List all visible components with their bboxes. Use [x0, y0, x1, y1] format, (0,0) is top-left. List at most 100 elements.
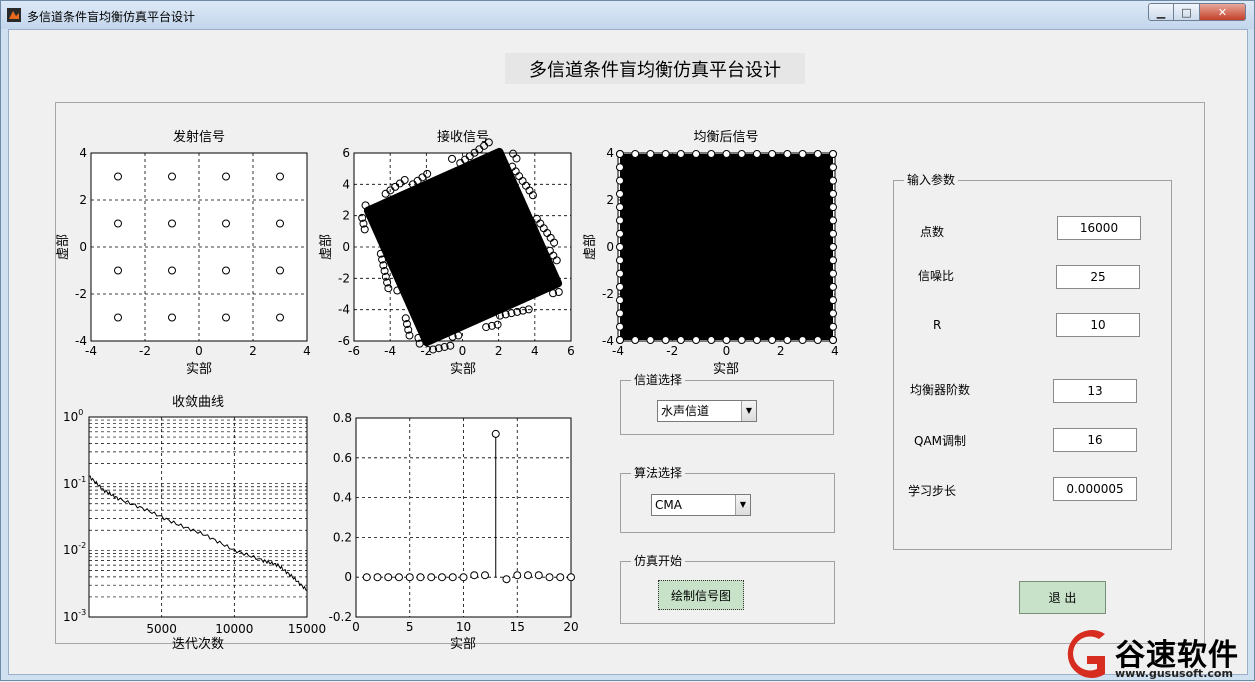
plot-taps: 0 5 10 15 20 0.80.60.40.20-0.2 实部	[329, 411, 579, 652]
channel-select[interactable]: 水声信道 ▼	[657, 400, 757, 422]
app-window: 多信道条件盲均衡仿真平台设计 ▁ □ ✕ 多信道条件盲均衡仿真平台设计 发射信号…	[0, 0, 1255, 681]
logo-g-icon	[1067, 630, 1105, 678]
plot-eq: 均衡后信号 -4 -2 0 2 4 4 2 0 -2 -4 实部 虚部	[583, 130, 839, 377]
maximize-button[interactable]: □	[1174, 3, 1200, 21]
step-input[interactable]: 0.000005	[1053, 477, 1137, 501]
xtick-label: -2	[666, 344, 678, 358]
scatter-point	[646, 336, 655, 344]
stem-marker	[416, 573, 425, 582]
scatter-point	[829, 163, 837, 172]
scatter-point	[616, 203, 624, 212]
scatter-point	[752, 336, 761, 344]
dropdown-arrow-icon[interactable]: ▼	[735, 495, 750, 515]
snr-input[interactable]: 25	[1056, 265, 1140, 289]
xtick-label: 4	[531, 344, 539, 358]
ytick-label: -2	[338, 271, 350, 285]
r-label: R	[933, 318, 942, 332]
window-title: 多信道条件盲均衡仿真平台设计	[27, 10, 196, 24]
exit-button[interactable]: 退 出	[1019, 581, 1106, 614]
r-input[interactable]: 10	[1056, 313, 1140, 337]
scatter-point	[616, 322, 624, 331]
matlab-icon	[7, 8, 21, 22]
ytick-label: -2	[602, 287, 614, 301]
ytick-label: 0	[606, 240, 614, 254]
scatter-point	[783, 150, 792, 158]
scatter-point	[829, 216, 837, 225]
stem-marker	[395, 573, 403, 582]
qam-input[interactable]: 16	[1053, 428, 1137, 452]
plot-rx-title: 接收信号	[437, 129, 489, 145]
ytick-label: 0	[342, 240, 350, 254]
stem-marker	[373, 573, 382, 582]
scatter-point	[707, 336, 716, 344]
scatter-point	[768, 150, 777, 158]
ytick-label: 0.6	[333, 451, 352, 465]
scatter-point	[475, 145, 484, 154]
logo-url: www.gususoft.com	[1115, 667, 1233, 680]
scatter-point	[722, 150, 731, 158]
stem-marker	[545, 573, 554, 582]
scatter-point	[616, 189, 624, 198]
scatter-point	[707, 150, 716, 158]
ytick-label: -0.2	[329, 610, 352, 624]
scatter-point	[616, 282, 624, 291]
plot-tx-xticks: -4 -2 0 2 4	[85, 344, 311, 358]
scatter-point	[798, 336, 807, 344]
xtick-label: 5	[406, 620, 414, 634]
plot-eq-xlabel: 实部	[713, 362, 739, 377]
scatter-point	[616, 229, 624, 238]
scatter-point	[829, 269, 837, 278]
scatter-point	[768, 336, 777, 344]
stem-marker	[448, 573, 457, 582]
scatter-point	[631, 336, 640, 344]
scatter-point	[813, 150, 822, 158]
stem-marker	[524, 571, 532, 580]
ytick-label: -6	[338, 334, 350, 348]
title-bar[interactable]: 多信道条件盲均衡仿真平台设计 ▁ □ ✕	[1, 1, 1254, 29]
scatter-point	[829, 243, 837, 251]
minimize-button[interactable]: ▁	[1148, 3, 1174, 21]
plot-taps-xticks: 0 5 10 15 20	[352, 620, 578, 634]
close-button[interactable]: ✕	[1200, 3, 1246, 21]
xtick-label: 0	[195, 344, 203, 358]
scatter-point	[616, 163, 624, 172]
qam-label: QAM调制	[914, 434, 967, 448]
ytick-label: 2	[342, 209, 350, 223]
scatter-point	[737, 336, 746, 344]
ytick-label: -2	[75, 287, 87, 301]
points-label: 点数	[920, 225, 945, 239]
plot-signals-button[interactable]: 绘制信号图	[658, 580, 744, 610]
xtick-label: 0	[459, 344, 467, 358]
plot-rx-xlabel: 实部	[450, 362, 476, 377]
stem-marker	[513, 571, 522, 580]
stem-marker	[459, 573, 468, 582]
ytick-label: -4	[602, 334, 614, 348]
xtick-label: -2	[139, 344, 151, 358]
ytick-label: -4	[75, 334, 87, 348]
algorithm-select[interactable]: CMA ▼	[651, 494, 751, 516]
stem-marker	[470, 571, 479, 580]
plot-conv-xlabel: 迭代次数	[172, 636, 224, 652]
xtick-label: 0	[723, 344, 731, 358]
scatter-point	[616, 216, 624, 225]
xtick-label: 10	[456, 620, 471, 634]
params-groupbox: 输入参数 点数 16000 信噪比 25 R 10 均衡器阶数 13 QAM调制…	[893, 173, 1172, 550]
order-input[interactable]: 13	[1053, 379, 1137, 403]
xtick-label: 5000	[146, 622, 177, 636]
algorithm-select-value: CMA	[655, 498, 682, 512]
stem-marker	[556, 573, 565, 582]
scatter-point	[829, 282, 837, 291]
sim-groupbox: 仿真开始 绘制信号图	[620, 554, 835, 624]
scatter-point	[752, 150, 761, 158]
ytick-label: 100	[63, 408, 83, 424]
ytick-label: 0.8	[333, 411, 352, 425]
points-input[interactable]: 16000	[1057, 216, 1141, 240]
algorithm-group-label: 算法选择	[631, 466, 686, 480]
plot-tx: 发射信号 -4 -2 0 2 4 4 2 0 -2 -4 实部 虚部	[56, 129, 311, 377]
scatter-point	[829, 336, 837, 344]
plot-eq-cloud	[616, 150, 837, 344]
scatter-point	[692, 336, 701, 344]
dropdown-arrow-icon[interactable]: ▼	[741, 401, 756, 421]
plot-conv-xticks: 5000 10000 15000	[146, 622, 326, 636]
xtick-label: 20	[563, 620, 578, 634]
